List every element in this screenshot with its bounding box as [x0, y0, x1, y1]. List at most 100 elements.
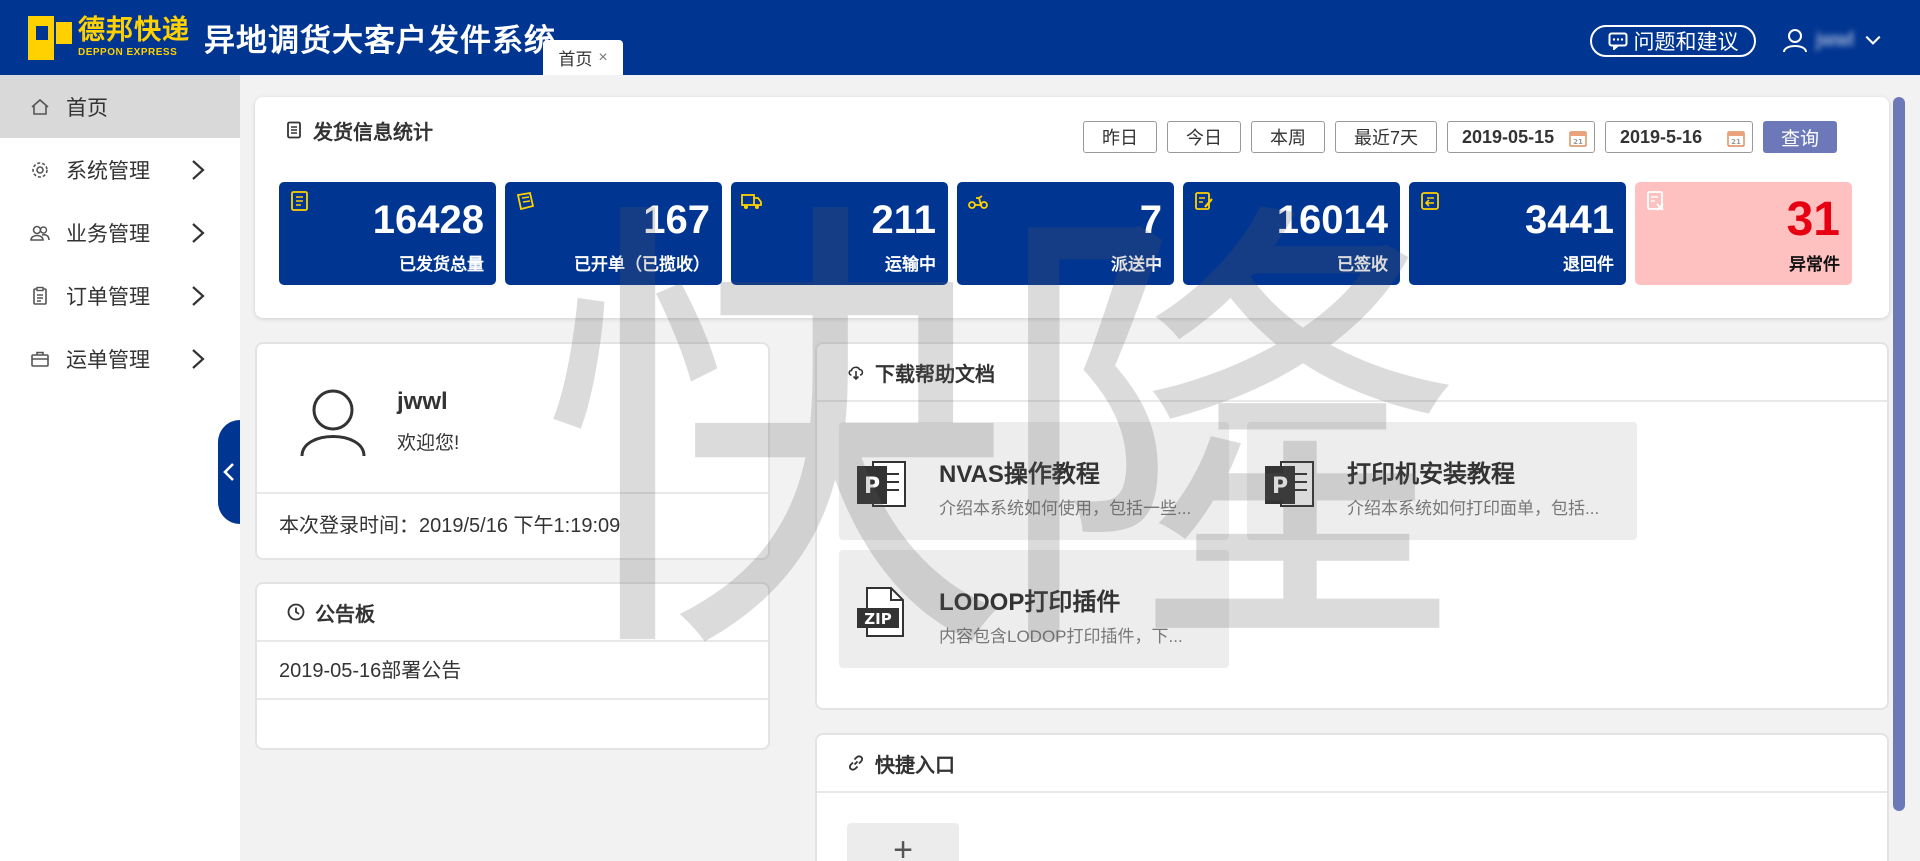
doc-description: 介绍本系统如何打印面单，包括...: [1347, 499, 1600, 518]
stat-label: 运输中: [885, 255, 936, 274]
logo-mark-icon: [28, 15, 72, 60]
logo-cn-text: 德邦快递: [78, 15, 190, 45]
tab-home[interactable]: 首页 ×: [543, 40, 623, 75]
date-controls: 昨日 今日 本周 最近7天 2019-05-15 21 2019-5-16 21…: [1083, 121, 1838, 153]
doc-title: LODOP打印插件: [939, 589, 1121, 616]
doc-title: 打印机安装教程: [1347, 461, 1515, 488]
feedback-label: 问题和建议: [1633, 31, 1739, 54]
notice-board-title: 公告板: [315, 603, 375, 626]
stat-card-returned[interactable]: 3441 退回件: [1409, 182, 1626, 285]
shipping-stats-panel: 发货信息统计 昨日 今日 本周 最近7天 2019-05-15 21 2019-…: [255, 97, 1889, 318]
stat-card-delivering[interactable]: 7 派送中: [957, 182, 1174, 285]
stats-title: 发货信息统计: [313, 121, 433, 144]
stat-label: 退回件: [1563, 255, 1614, 274]
avatar: [300, 389, 366, 457]
chevron-left-icon: [223, 463, 234, 481]
svg-text:P: P: [1272, 474, 1288, 499]
stat-label: 已发货总量: [399, 255, 484, 274]
chevron-right-icon: [192, 223, 205, 243]
edit-document-icon: [1195, 192, 1213, 210]
start-date-field[interactable]: 2019-05-15 21: [1447, 121, 1596, 153]
sidebar-item-home[interactable]: 首页: [0, 75, 240, 138]
stat-label: 异常件: [1789, 255, 1840, 274]
sidebar-item-system[interactable]: 系统管理: [0, 138, 240, 201]
user-icon: [1783, 29, 1807, 53]
truck-icon: [741, 194, 762, 209]
chevron-right-icon: [192, 349, 205, 369]
scooter-icon: [968, 195, 988, 209]
sidebar-item-label: 系统管理: [66, 159, 150, 183]
doc-card-nvas[interactable]: P NVAS操作教程 介绍本系统如何使用，包括一些...: [839, 422, 1229, 540]
add-shortcut-button[interactable]: +: [847, 823, 959, 861]
ppt-icon: P: [857, 461, 906, 507]
shortcuts-title: 快捷入口: [875, 754, 955, 777]
start-date-value: 2019-05-15: [1462, 126, 1555, 147]
calendar-icon[interactable]: 21: [1568, 128, 1588, 148]
user-menu[interactable]: jwwl: [1782, 24, 1884, 56]
this-week-button[interactable]: 本周: [1251, 121, 1325, 153]
svg-text:P: P: [864, 474, 880, 499]
system-title: 异地调货大客户发件系统: [204, 23, 556, 58]
ppt-icon: P: [1265, 461, 1314, 507]
user-info-panel: jwwl 欢迎您! 本次登录时间：2019/5/16 下午1:19:09: [255, 342, 770, 560]
end-date-value: 2019-5-16: [1620, 126, 1703, 147]
stat-value: 7: [1139, 198, 1162, 242]
deppon-logo[interactable]: 德邦快递 DEPPON EXPRESS: [28, 0, 190, 75]
sidebar-item-waybills[interactable]: 运单管理: [0, 327, 240, 390]
doc-description: 介绍本系统如何使用，包括一些...: [939, 499, 1192, 518]
sidebar-item-label: 运单管理: [66, 348, 150, 372]
svg-text:ZIP: ZIP: [864, 610, 891, 628]
end-date-field[interactable]: 2019-5-16 21: [1605, 121, 1754, 153]
stat-value: 31: [1786, 193, 1840, 246]
notice-board-panel: 公告板 2019-05-16部署公告: [255, 582, 770, 750]
doc-card-printer[interactable]: P 打印机安装教程 介绍本系统如何打印面单，包括...: [1247, 422, 1637, 540]
last-7-days-button[interactable]: 最近7天: [1335, 121, 1438, 153]
link-icon: [848, 755, 864, 771]
stat-card-exception[interactable]: 31 异常件: [1635, 182, 1852, 285]
stat-value: 3441: [1525, 198, 1614, 242]
calendar-icon[interactable]: 21: [1726, 128, 1746, 148]
sidebar-item-business[interactable]: 业务管理: [0, 201, 240, 264]
login-time: 本次登录时间：2019/5/16 下午1:19:09: [279, 515, 621, 537]
notice-item[interactable]: 2019-05-16部署公告: [257, 642, 768, 700]
sidebar: 首页 系统管理 业务管理 订单管理 运单管理: [0, 75, 240, 861]
download-docs-panel: 下载帮助文档 P NVAS操作教程 介绍本系统如何使用，包括一些... P 打印…: [815, 342, 1889, 710]
chevron-right-icon: [192, 160, 205, 180]
logo-en-text: DEPPON EXPRESS: [78, 47, 178, 58]
gear-icon: [30, 160, 50, 180]
welcome-text: 欢迎您!: [397, 433, 460, 454]
zip-icon: ZIP: [857, 587, 904, 637]
document-icon: [287, 121, 301, 139]
download-docs-header: 下载帮助文档: [817, 344, 1887, 402]
today-button[interactable]: 今日: [1167, 121, 1241, 153]
feedback-button[interactable]: 问题和建议: [1590, 25, 1756, 57]
tab-close-icon[interactable]: ×: [598, 49, 607, 67]
chevron-right-icon: [192, 286, 205, 306]
chevron-down-icon: [1865, 35, 1881, 45]
cloud-download-icon: [848, 366, 864, 381]
stat-label: 已签收: [1337, 255, 1388, 274]
tab-home-label: 首页: [558, 50, 593, 69]
yesterday-button[interactable]: 昨日: [1083, 121, 1157, 153]
scrollbar[interactable]: [1893, 97, 1905, 811]
header-username: jwwl: [1816, 28, 1854, 51]
home-icon: [30, 97, 50, 117]
stat-card-signed[interactable]: 16014 已签收: [1183, 182, 1400, 285]
sidebar-collapse-button[interactable]: [218, 420, 240, 524]
doc-description: 内容包含LODOP打印插件，下...: [939, 627, 1183, 646]
ticket-icon: [516, 191, 535, 211]
sidebar-item-orders[interactable]: 订单管理: [0, 264, 240, 327]
username: jwwl: [397, 388, 448, 415]
svg-text:21: 21: [1573, 138, 1583, 146]
stat-label: 派送中: [1111, 255, 1162, 274]
stat-card-in-transit[interactable]: 211 运输中: [731, 182, 948, 285]
users-icon: [30, 223, 50, 243]
error-document-icon: [1647, 191, 1664, 211]
stat-card-total-shipped[interactable]: 16428 已发货总量: [279, 182, 496, 285]
stat-card-billed[interactable]: 167 已开单（已揽收）: [505, 182, 722, 285]
message-icon: [1608, 32, 1627, 50]
doc-card-lodop[interactable]: ZIP LODOP打印插件 内容包含LODOP打印插件，下...: [839, 550, 1229, 668]
stat-value: 16428: [372, 198, 484, 242]
query-button[interactable]: 查询: [1763, 121, 1838, 153]
sidebar-item-label: 订单管理: [66, 285, 150, 309]
